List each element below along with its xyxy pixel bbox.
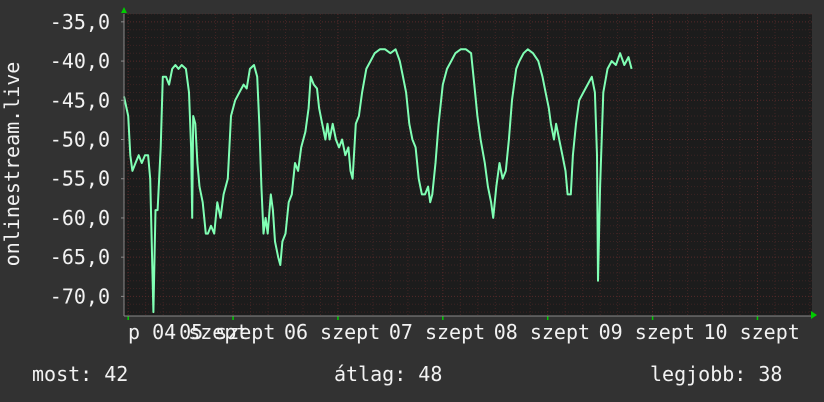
x-axis-ticks: p 04 szept05 szept 06 szept 07 szept 08 sze… — [127, 316, 800, 344]
y-tick-label: -70,0 — [50, 284, 110, 308]
y-tick-label: -45,0 — [50, 88, 110, 112]
y-tick-label: -50,0 — [50, 128, 110, 152]
y-axis-arrow — [121, 7, 127, 13]
average-value: átlag: 48 — [334, 362, 443, 386]
x-axis-arrow — [811, 311, 817, 319]
best-value: legjobb: 38 — [650, 362, 783, 386]
y-axis-ticks: -35,0 -40,0 -45,0 -50,0 -55,0 -60,0 -65,0 -70,0 — [50, 10, 124, 308]
x-tick-label: 06 szept — [284, 320, 380, 344]
y-tick-label: -65,0 — [50, 245, 110, 269]
y-tick-label: -40,0 — [50, 49, 110, 73]
y-tick-label: -35,0 — [50, 10, 110, 34]
y-tick-label: -60,0 — [50, 206, 110, 230]
plot-area — [124, 14, 812, 316]
line-chart: -35,0 -40,0 -45,0 -50,0 -55,0 -60,0 -65,0 -70,0… — [0, 7, 817, 344]
x-tick-label: 09 szept — [599, 320, 695, 344]
x-tick-label: 08 szept — [494, 320, 590, 344]
y-tick-label: -55,0 — [50, 167, 110, 191]
x-tick-label: 07 szept — [389, 320, 485, 344]
x-tick-label: 10 szept — [703, 320, 799, 344]
current-value: most: 42 — [32, 362, 129, 386]
y-axis-label: onlinestream.live — [0, 62, 24, 267]
x-tick-label: 05 szept — [179, 320, 275, 344]
